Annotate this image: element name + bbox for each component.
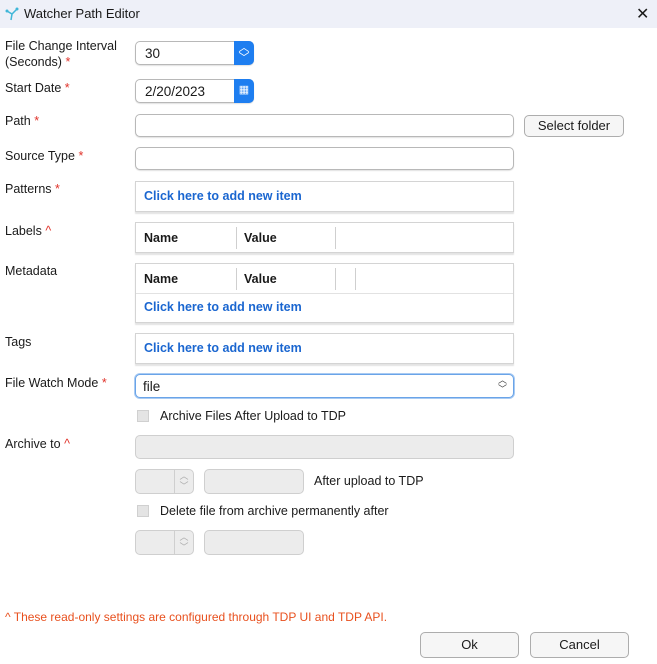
- labels-col-value[interactable]: Value: [244, 231, 277, 245]
- metadata-table: Name Value Click here to add new item: [135, 263, 514, 323]
- patterns-list: Click here to add new item: [135, 181, 514, 212]
- cancel-button[interactable]: Cancel: [530, 632, 629, 658]
- archive-to-label: Archive to ^: [5, 437, 70, 451]
- spinner-arrows-icon: ︿ ﹀: [174, 470, 193, 493]
- labels-table: Name Value: [135, 222, 514, 253]
- metadata-label: Metadata: [5, 264, 58, 278]
- delete-after-spinner[interactable]: ︿ ﹀: [135, 530, 194, 555]
- path-input[interactable]: [135, 114, 514, 137]
- metadata-col-name[interactable]: Name: [144, 272, 178, 286]
- start-date-field[interactable]: 2/20/2023 ▦: [135, 79, 254, 103]
- after-upload-label: After upload to TDP: [314, 474, 424, 488]
- calendar-icon[interactable]: ▦: [234, 79, 254, 103]
- watch-mode-label: File Watch Mode *: [5, 376, 107, 390]
- spinner-arrows-icon: ︿ ﹀: [174, 531, 193, 554]
- watch-mode-select[interactable]: file ︿ ﹀: [135, 374, 514, 398]
- archive-after-unit[interactable]: [204, 469, 304, 494]
- source-type-input[interactable]: [135, 147, 514, 170]
- select-folder-button[interactable]: Select folder: [524, 115, 624, 137]
- patterns-add-item-link[interactable]: Click here to add new item: [144, 189, 302, 203]
- delete-after-unit[interactable]: [204, 530, 304, 555]
- metadata-col-value[interactable]: Value: [244, 272, 277, 286]
- metadata-add-item-link[interactable]: Click here to add new item: [144, 300, 302, 314]
- tags-list: Click here to add new item: [135, 333, 514, 364]
- delete-checkbox-label: Delete file from archive permanently aft…: [160, 504, 389, 518]
- interval-label: File Change Interval (Seconds) *: [5, 39, 117, 69]
- window-title: Watcher Path Editor: [24, 6, 140, 21]
- spinner-arrows-icon[interactable]: ︿ ﹀: [234, 41, 254, 65]
- source-type-label: Source Type *: [5, 149, 84, 163]
- close-icon[interactable]: ✕: [636, 4, 649, 24]
- labels-label: Labels ^: [5, 224, 52, 238]
- archive-checkbox[interactable]: [137, 410, 149, 422]
- ok-button[interactable]: Ok: [420, 632, 519, 658]
- archive-after-spinner[interactable]: ︿ ﹀: [135, 469, 194, 494]
- path-label: Path *: [5, 114, 40, 128]
- readonly-note: ^ These read-only settings are configure…: [5, 610, 388, 624]
- start-date-label: Start Date *: [5, 81, 70, 95]
- chevron-updown-icon: ︿ ﹀: [497, 375, 507, 394]
- tags-label: Tags: [5, 335, 32, 349]
- tags-add-item-link[interactable]: Click here to add new item: [144, 341, 302, 355]
- delete-checkbox[interactable]: [137, 505, 149, 517]
- patterns-label: Patterns *: [5, 182, 60, 196]
- labels-col-name[interactable]: Name: [144, 231, 178, 245]
- archive-checkbox-label: Archive Files After Upload to TDP: [160, 409, 346, 423]
- archive-to-input[interactable]: [135, 435, 514, 459]
- interval-spinner[interactable]: 30 ︿ ﹀: [135, 41, 254, 65]
- app-icon: [5, 7, 19, 21]
